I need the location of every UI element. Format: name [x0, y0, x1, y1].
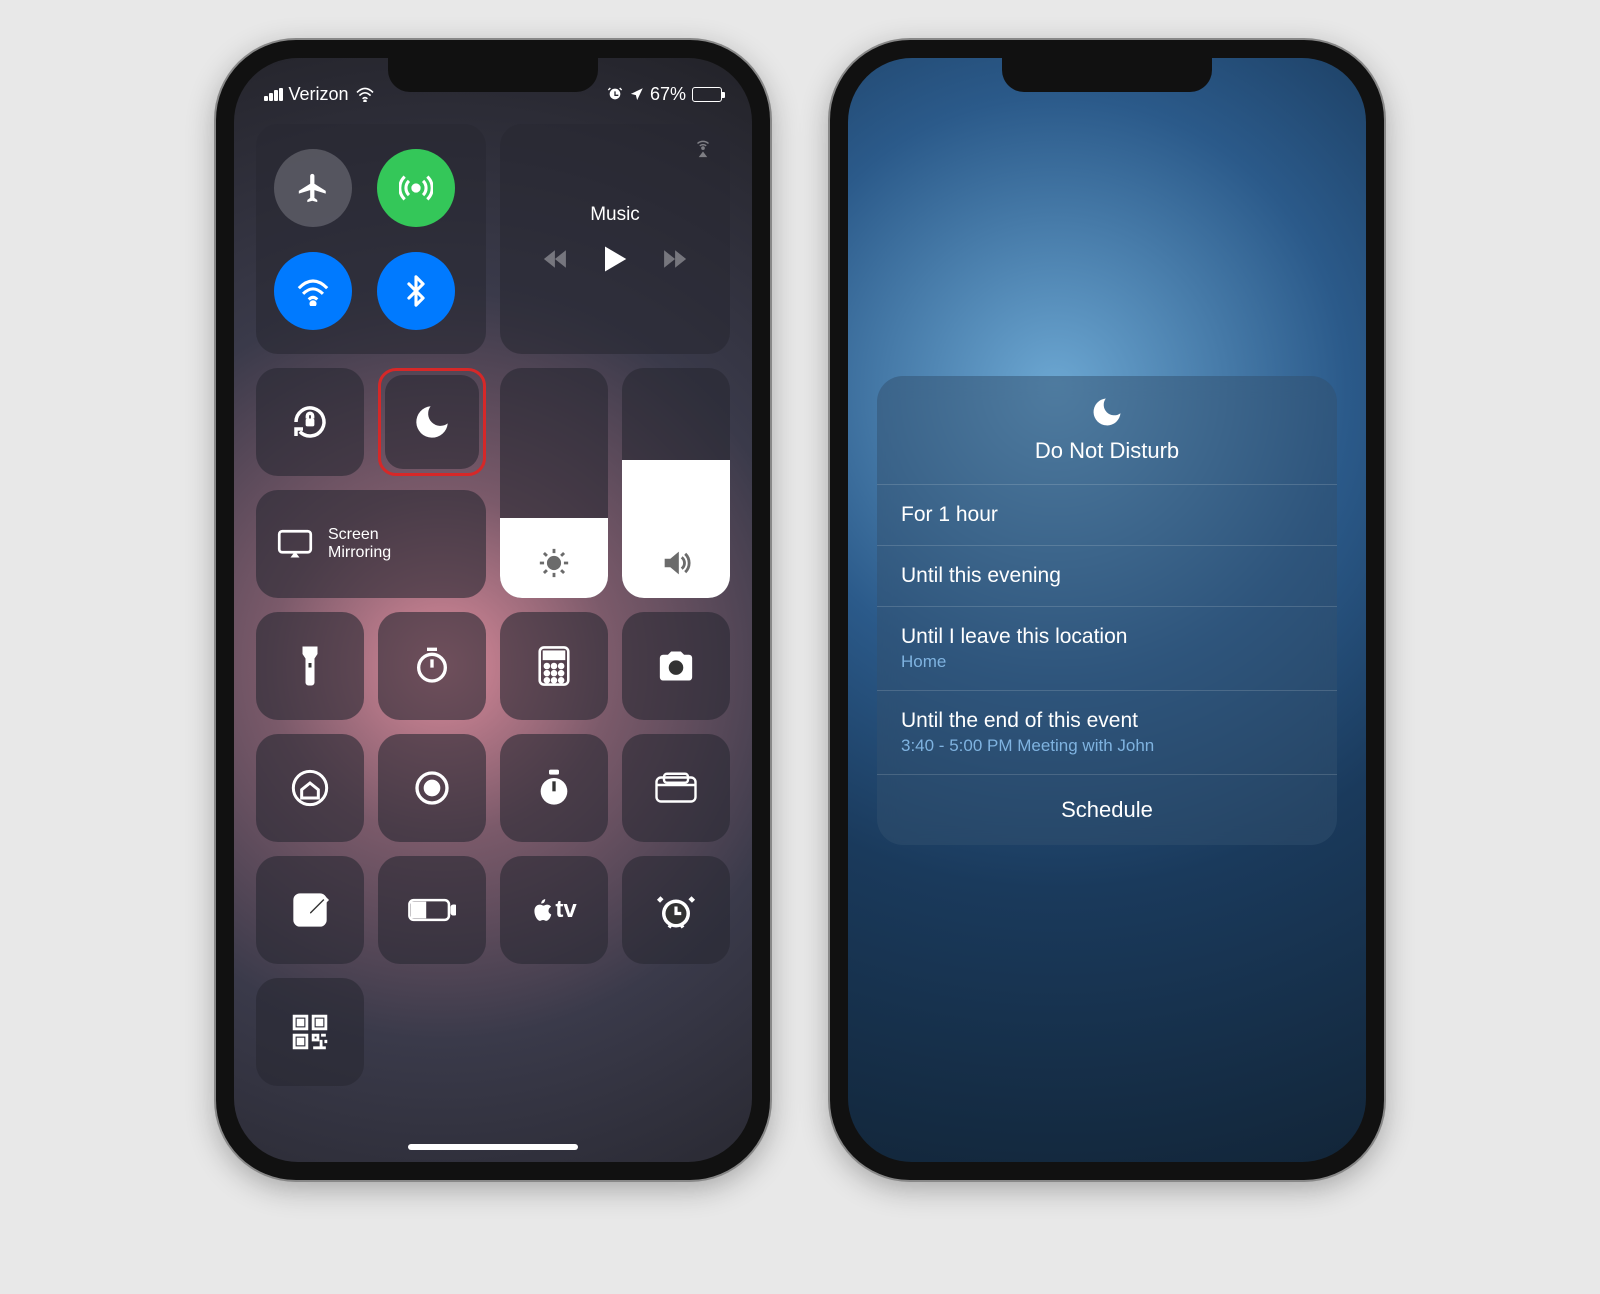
status-left: Verizon [264, 84, 375, 105]
alarm-button[interactable] [622, 856, 730, 964]
screen-record-button[interactable] [378, 734, 486, 842]
wifi-toggle[interactable] [274, 252, 352, 330]
screen-mirroring-icon [276, 529, 314, 559]
dnd-panel: Do Not Disturb For 1 hour Until this eve… [877, 376, 1337, 845]
qr-code-button[interactable] [256, 978, 364, 1086]
dnd-header: Do Not Disturb [877, 376, 1337, 484]
cellular-signal-icon [264, 88, 283, 101]
screen-mirroring-button[interactable]: Screen Mirroring [256, 490, 486, 598]
camera-button[interactable] [622, 612, 730, 720]
status-bar: Verizon 67% [234, 58, 752, 112]
play-button[interactable] [602, 244, 628, 274]
dnd-option-label: For 1 hour [901, 503, 1313, 527]
flashlight-button[interactable] [256, 612, 364, 720]
phone-right: Do Not Disturb For 1 hour Until this eve… [830, 40, 1384, 1180]
dnd-option-sub: Home [901, 652, 1313, 672]
calculator-button[interactable] [500, 612, 608, 720]
carrier-label: Verizon [289, 84, 349, 105]
dnd-option-evening[interactable]: Until this evening [877, 546, 1337, 607]
apple-logo-icon [531, 897, 553, 923]
volume-icon [659, 546, 693, 580]
bluetooth-toggle[interactable] [377, 252, 455, 330]
music-tile[interactable]: Music [500, 124, 730, 354]
volume-slider[interactable] [622, 368, 730, 598]
apple-tv-button[interactable]: tv [500, 856, 608, 964]
moon-icon [411, 401, 453, 443]
airplay-icon [692, 138, 714, 160]
dnd-option-leave-location[interactable]: Until I leave this location Home [877, 607, 1337, 691]
orientation-lock-toggle[interactable] [256, 368, 364, 476]
screen-dnd-menu: Do Not Disturb For 1 hour Until this eve… [848, 58, 1366, 1162]
moon-icon [1089, 394, 1125, 430]
screen-control-center: Verizon 67% [234, 58, 752, 1162]
airplane-mode-toggle[interactable] [274, 149, 352, 227]
stopwatch-button[interactable] [500, 734, 608, 842]
location-icon [629, 87, 644, 102]
dnd-option-end-event[interactable]: Until the end of this event 3:40 - 5:00 … [877, 691, 1337, 774]
low-power-button[interactable] [378, 856, 486, 964]
battery-pct-label: 67% [650, 84, 686, 105]
dnd-schedule-label: Schedule [1061, 797, 1153, 822]
status-right: 67% [607, 84, 722, 105]
brightness-icon [537, 546, 571, 580]
wallet-button[interactable] [622, 734, 730, 842]
screen-mirroring-label: Screen Mirroring [328, 526, 391, 563]
home-indicator[interactable] [408, 1144, 578, 1150]
dnd-option-label: Until the end of this event [901, 709, 1313, 733]
dnd-option-1hour[interactable]: For 1 hour [877, 485, 1337, 546]
media-controls [542, 244, 688, 274]
alarm-icon [607, 86, 623, 102]
dnd-title: Do Not Disturb [877, 438, 1337, 464]
wifi-icon [355, 86, 375, 102]
music-source-label: Music [590, 204, 640, 226]
battery-icon [692, 87, 722, 102]
dnd-schedule-button[interactable]: Schedule [877, 774, 1337, 845]
brightness-slider[interactable] [500, 368, 608, 598]
phone-left: Verizon 67% [216, 40, 770, 1180]
cellular-data-toggle[interactable] [377, 149, 455, 227]
dnd-option-label: Until I leave this location [901, 625, 1313, 649]
notes-button[interactable] [256, 856, 364, 964]
do-not-disturb-toggle[interactable] [378, 368, 486, 476]
home-button[interactable] [256, 734, 364, 842]
dnd-option-label: Until this evening [901, 564, 1313, 588]
connectivity-tile[interactable] [256, 124, 486, 354]
previous-track-button[interactable] [542, 248, 570, 270]
timer-button[interactable] [378, 612, 486, 720]
next-track-button[interactable] [660, 248, 688, 270]
dnd-option-sub: 3:40 - 5:00 PM Meeting with John [901, 736, 1313, 756]
control-center-grid: Music [234, 112, 752, 1098]
